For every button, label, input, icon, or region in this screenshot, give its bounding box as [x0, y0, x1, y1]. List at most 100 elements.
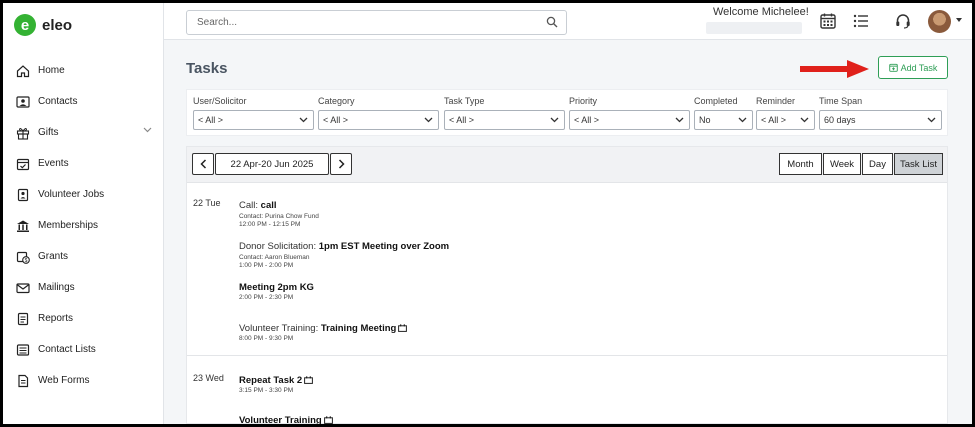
- task-item[interactable]: Call: call Contact: Purina Chow Fund 12:…: [239, 200, 319, 228]
- task-type-select[interactable]: < All >: [444, 110, 565, 130]
- filter-label: Time Span: [819, 96, 863, 106]
- completed-select[interactable]: No: [694, 110, 753, 130]
- task-calendar: 22 Apr-20 Jun 2025 Month Week Day Task L…: [186, 146, 948, 424]
- chevron-right-icon: [338, 159, 345, 169]
- filter-user-solicitor: User/Solicitor < All >: [193, 96, 314, 130]
- sidebar-item-mailings[interactable]: Mailings: [3, 272, 164, 303]
- filter-label: Reminder: [756, 96, 796, 106]
- sidebar-item-web-forms[interactable]: Web Forms: [3, 365, 164, 396]
- chevron-down-icon: [738, 117, 747, 123]
- priority-select[interactable]: < All >: [569, 110, 690, 130]
- task-title: Meeting 2pm KG: [239, 282, 314, 293]
- chevron-down-icon[interactable]: [956, 18, 962, 22]
- filter-label: Priority: [569, 96, 598, 106]
- reminder-select[interactable]: < All >: [756, 110, 815, 130]
- calendar-icon[interactable]: [819, 12, 837, 30]
- user-solicitor-select[interactable]: < All >: [193, 110, 314, 130]
- sidebar-item-label: Gifts: [38, 127, 59, 138]
- search-box[interactable]: [186, 10, 567, 35]
- task-item[interactable]: Donor Solicitation: 1pm EST Meeting over…: [239, 241, 449, 269]
- task-time: 2:00 PM - 2:30 PM: [239, 294, 294, 301]
- gift-icon: [16, 126, 30, 140]
- view-task-list-button[interactable]: Task List: [894, 153, 943, 175]
- repeat-icon: [304, 376, 314, 384]
- filter-category: Category < All >: [318, 96, 439, 130]
- home-icon: [16, 64, 30, 78]
- task-time: 3:15 PM - 3:30 PM: [239, 387, 294, 394]
- time-span-select[interactable]: 60 days: [819, 110, 942, 130]
- avatar[interactable]: [928, 10, 951, 33]
- filter-completed: Completed No: [694, 96, 753, 130]
- sidebar-item-label: Grants: [38, 251, 69, 262]
- form-icon: [16, 374, 30, 388]
- sidebar-item-contact-lists[interactable]: Contact Lists: [3, 334, 164, 365]
- chevron-down-icon: [800, 117, 809, 123]
- events-icon: [16, 157, 30, 171]
- calendar-plus-icon: [888, 63, 898, 72]
- sidebar-item-home[interactable]: Home: [3, 55, 164, 86]
- sidebar-item-reports[interactable]: Reports: [3, 303, 164, 334]
- logo[interactable]: e eleo: [14, 14, 72, 36]
- task-item[interactable]: Volunteer Training: [239, 415, 333, 424]
- view-switcher: Month Week Day Task List: [778, 153, 943, 175]
- sidebar-nav: Home Contacts Gifts Events Volunteer Jobs Mem…: [3, 55, 164, 396]
- logo-icon: e: [14, 14, 36, 36]
- task-list: 22 Tue Call: call Contact: Purina Chow F…: [187, 184, 947, 424]
- search-icon[interactable]: [546, 16, 558, 28]
- list-icon: [16, 343, 30, 357]
- task-item[interactable]: Repeat Task 2 3:15 PM - 3:30 PM: [239, 375, 314, 394]
- sidebar-item-memberships[interactable]: Memberships: [3, 210, 164, 241]
- day-label: 22 Tue: [193, 198, 221, 208]
- category-select[interactable]: < All >: [318, 110, 439, 130]
- sidebar-item-label: Memberships: [38, 220, 99, 231]
- sidebar-item-volunteer-jobs[interactable]: Volunteer Jobs: [3, 179, 164, 210]
- calendar-toolbar: 22 Apr-20 Jun 2025 Month Week Day Task L…: [187, 147, 947, 183]
- filter-label: Category: [318, 96, 355, 106]
- task-item[interactable]: Volunteer Training: Training Meeting 8:0…: [239, 323, 408, 342]
- sidebar-item-label: Home: [38, 65, 65, 76]
- task-title: Volunteer Training: Training Meeting: [239, 323, 408, 334]
- contacts-icon: [16, 95, 30, 109]
- view-day-button[interactable]: Day: [862, 153, 893, 175]
- prev-range-button[interactable]: [192, 153, 214, 175]
- view-week-button[interactable]: Week: [823, 153, 861, 175]
- headset-icon[interactable]: [894, 12, 912, 30]
- red-arrow-annotation: [800, 60, 869, 78]
- next-range-button[interactable]: [330, 153, 352, 175]
- task-title: Repeat Task 2: [239, 375, 314, 386]
- sidebar-item-label: Contacts: [38, 96, 78, 107]
- chevron-down-icon: [550, 117, 559, 123]
- sidebar-item-gifts[interactable]: Gifts: [3, 117, 164, 148]
- task-time: 12:00 PM - 12:15 PM: [239, 221, 301, 228]
- day-label: 23 Wed: [193, 373, 224, 383]
- filters-bar: User/Solicitor < All > Category < All > …: [186, 89, 948, 136]
- svg-text:$: $: [25, 258, 28, 264]
- task-item[interactable]: Meeting 2pm KG 2:00 PM - 2:30 PM: [239, 282, 314, 301]
- page-title: Tasks: [186, 60, 228, 77]
- list-view-icon[interactable]: [852, 12, 870, 30]
- sidebar-item-grants[interactable]: $ Grants: [3, 241, 164, 272]
- chevron-down-icon: [299, 117, 308, 123]
- chevron-down-icon: [675, 117, 684, 123]
- add-task-button[interactable]: Add Task: [878, 56, 948, 79]
- search-input[interactable]: [187, 11, 527, 34]
- filter-label: Completed: [694, 96, 738, 106]
- filter-reminder: Reminder < All >: [756, 96, 815, 130]
- sidebar-item-contacts[interactable]: Contacts: [3, 86, 164, 117]
- topbar: Welcome Michelee!: [164, 3, 972, 40]
- day-divider: [187, 355, 947, 356]
- sidebar-item-events[interactable]: Events: [3, 148, 164, 179]
- date-range-button[interactable]: 22 Apr-20 Jun 2025: [215, 153, 329, 175]
- view-month-button[interactable]: Month: [779, 153, 822, 175]
- task-contact: Contact: Purina Chow Fund: [239, 213, 319, 220]
- task-time: 8:00 PM - 9:30 PM: [239, 335, 294, 342]
- chevron-down-icon[interactable]: [143, 127, 152, 133]
- task-time: 1:00 PM - 2:00 PM: [239, 262, 294, 269]
- sidebar-item-label: Reports: [38, 313, 74, 324]
- sidebar-item-label: Volunteer Jobs: [38, 189, 105, 200]
- memberships-icon: [16, 219, 30, 233]
- task-title: Call: call: [239, 200, 277, 211]
- logo-text: eleo: [42, 16, 73, 34]
- filter-label: User/Solicitor: [193, 96, 247, 106]
- sidebar: e eleo Home Contacts Gifts Events Volunteer …: [3, 3, 164, 424]
